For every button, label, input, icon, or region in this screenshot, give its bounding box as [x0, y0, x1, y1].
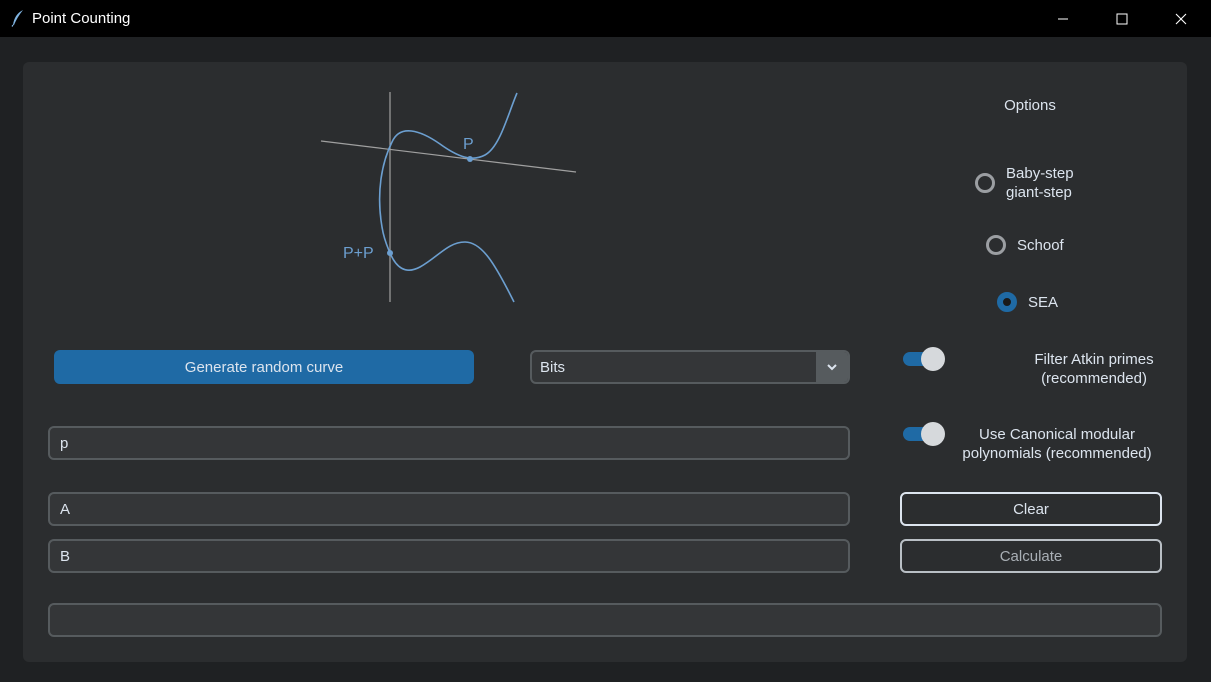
radio-circle-selected-icon [997, 292, 1017, 312]
filter-atkin-switch[interactable] [903, 347, 945, 371]
canonical-polynomials-switch[interactable] [903, 422, 945, 446]
bits-dropdown-value: Bits [540, 359, 566, 376]
point-2p-label: P+P [343, 245, 374, 262]
switch-knob [921, 347, 945, 371]
generate-random-curve-button[interactable]: Generate random curve [54, 350, 474, 384]
radio-label: Baby-step giant-step [1006, 164, 1074, 202]
minimize-icon [1058, 18, 1068, 19]
radio-label: Schoof [1017, 236, 1064, 254]
radio-label: SEA [1028, 293, 1059, 311]
title-bar: Point Counting [0, 0, 1211, 37]
minimize-button[interactable] [1040, 0, 1086, 37]
point-2p-marker [387, 250, 393, 256]
switch-knob [921, 422, 945, 446]
radio-label-line: giant-step [1006, 184, 1072, 201]
chevron-down-icon [827, 364, 837, 371]
curve-lower-branch [389, 241, 515, 303]
radio-sea[interactable]: SEA [997, 292, 1058, 312]
close-icon [1175, 13, 1187, 24]
tangent-line [320, 140, 577, 173]
close-button[interactable] [1158, 0, 1204, 37]
clear-button[interactable]: Clear [900, 492, 1162, 526]
switch-label-line: (recommended) [1041, 370, 1147, 387]
radio-schoof[interactable]: Schoof [986, 235, 1064, 255]
options-heading: Options [1004, 97, 1056, 114]
result-output[interactable] [48, 603, 1162, 637]
radio-label-line: Baby-step [1006, 165, 1074, 182]
feather-icon [11, 10, 23, 27]
dropdown-arrow-button[interactable] [816, 352, 848, 382]
point-p-label: P [463, 136, 474, 153]
elliptic-curve-illustration: P P+P [320, 92, 577, 303]
calculate-button[interactable]: Calculate [900, 539, 1162, 573]
b-input[interactable] [48, 539, 850, 573]
window-title: Point Counting [32, 10, 131, 27]
a-input[interactable] [48, 492, 850, 526]
radio-baby-step-giant-step[interactable]: Baby-step giant-step [975, 164, 1074, 202]
switch-label-line: polynomials (recommended) [962, 445, 1152, 462]
switch-label-line: Use Canonical modular [979, 426, 1135, 443]
radio-circle-icon [986, 235, 1006, 255]
maximize-icon [1116, 13, 1128, 24]
switch-label-line: Filter Atkin primes [1034, 351, 1154, 368]
curve-upper-branch [378, 92, 518, 254]
point-p-marker [467, 156, 473, 162]
maximize-button[interactable] [1099, 0, 1145, 37]
radio-circle-icon [975, 173, 995, 193]
p-input[interactable] [48, 426, 850, 460]
filter-atkin-label: Filter Atkin primes (recommended) [1025, 350, 1163, 388]
bits-dropdown[interactable]: Bits [530, 350, 850, 384]
canonical-polynomials-label: Use Canonical modular polynomials (recom… [950, 425, 1164, 463]
